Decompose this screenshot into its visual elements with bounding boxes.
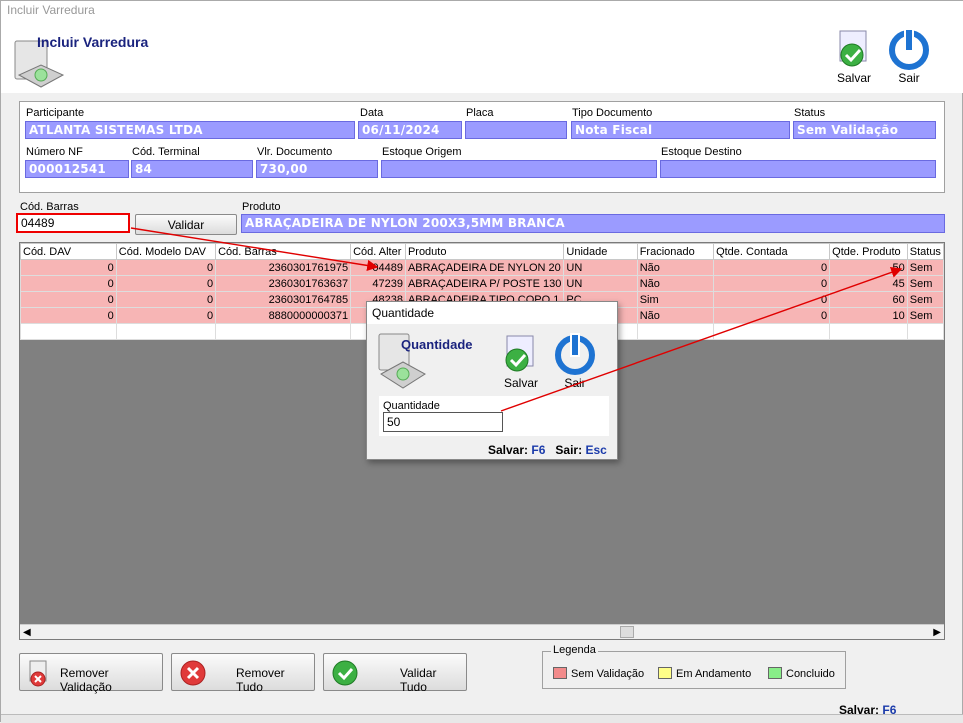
validar-tudo-label: Validar Tudo — [400, 666, 437, 694]
remover-validacao-label: Remover Validação — [60, 666, 112, 694]
arrow-barcode-to-row — [130, 227, 379, 271]
arrow-quantity-to-row — [500, 267, 903, 412]
legend-label: Concluido — [786, 668, 835, 680]
close-circle-icon — [180, 660, 206, 686]
check-circle-icon — [332, 660, 358, 686]
legend-title: Legenda — [551, 644, 598, 656]
main-window: Incluir Varredura Incluir Varredura Salv… — [0, 0, 963, 723]
legend-swatch — [553, 667, 567, 679]
remover-tudo-button[interactable]: Remover Tudo — [171, 653, 315, 694]
legend-box: Legenda Sem Validação Em Andamento Conclui… — [542, 644, 846, 689]
remover-tudo-label: Remover Tudo — [236, 666, 285, 694]
validar-tudo-button[interactable]: Validar Tudo — [323, 653, 467, 694]
legend-label: Em Andamento — [676, 668, 752, 680]
legend-swatch — [768, 667, 782, 679]
legend-swatch — [658, 667, 672, 679]
annotation-arrows — [130, 227, 903, 412]
legend-label: Sem Validação — [571, 668, 645, 680]
remove-document-icon — [29, 660, 47, 687]
remover-validacao-button[interactable]: Remover Validação — [19, 653, 163, 694]
